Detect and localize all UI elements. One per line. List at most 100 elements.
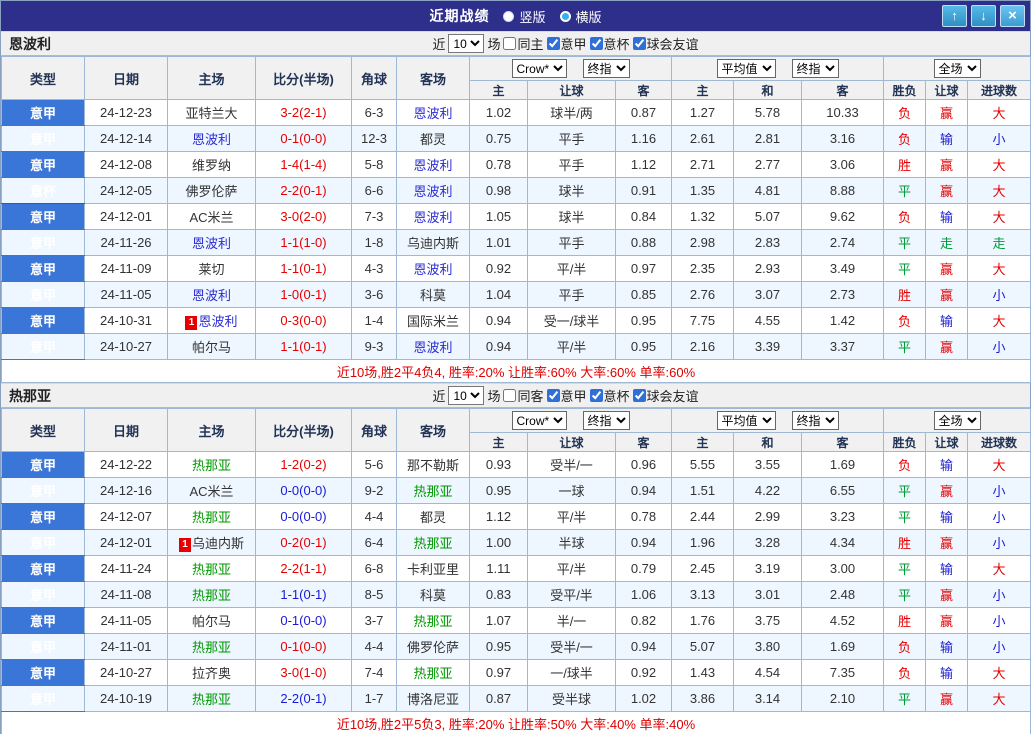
final-index-select[interactable]: 终指 — [582, 411, 630, 430]
date-cell: 24-12-08 — [84, 151, 168, 178]
filter-checkbox-球会友谊[interactable]: 球会友谊 — [632, 34, 699, 53]
match-scope-select[interactable]: 全场 — [933, 59, 981, 78]
away-team-cell: 热那亚 — [396, 529, 470, 556]
team-label: 维罗纳 — [191, 158, 231, 173]
odds-away-cell: 0.96 — [615, 451, 672, 478]
match-row: 意甲 24-12-01 AC米兰 3-0(2-0) 7-3 恩波利 1.05 球半 0.84 1.… — [1, 203, 1031, 230]
bookmaker-select[interactable]: Crow* — [511, 59, 567, 78]
average-odds-select[interactable]: 平均值 — [716, 59, 776, 78]
home-team-cell: 热那亚 — [167, 503, 256, 530]
checkbox-意甲[interactable] — [546, 389, 560, 402]
match-count-select[interactable]: 10 — [448, 386, 485, 405]
team-label: 乌迪内斯 — [406, 236, 459, 251]
checkbox-意杯[interactable] — [589, 389, 603, 402]
team-label: 热那亚 — [191, 562, 231, 577]
odds-home-cell: 0.95 — [469, 633, 528, 660]
goals-result-cell: 小 — [967, 607, 1031, 634]
odds-away-cell: 0.82 — [615, 607, 672, 634]
corners-cell: 9-3 — [351, 333, 397, 360]
window-title: 近期战绩 — [429, 8, 490, 24]
sub-header-0: 主 — [469, 432, 528, 452]
league-cell: 意甲 — [1, 99, 85, 126]
filter-checkbox-意杯[interactable]: 意杯 — [589, 386, 630, 405]
bookmaker-select[interactable]: Crow* — [511, 411, 567, 430]
checkbox-同客[interactable] — [503, 389, 517, 402]
match-row: 意甲 24-11-08 热那亚 1-1(0-1) 8-5 科莫 0.83 受平/半 1.06 3.… — [1, 581, 1031, 608]
team-label: 帕尔马 — [191, 614, 231, 629]
handicap-result-cell: 赢 — [925, 99, 969, 126]
odds-home-cell: 1.01 — [469, 229, 528, 256]
handicap-result-cell: 输 — [925, 125, 969, 152]
match-row: 意甲 24-11-09 莱切 1-1(0-1) 4-3 恩波利 0.92 平/半 0.97 2.3… — [1, 255, 1031, 282]
goals-result-cell: 小 — [967, 503, 1031, 530]
goals-result-cell: 大 — [967, 555, 1031, 582]
wdl-result-cell: 负 — [883, 659, 927, 686]
date-cell: 24-12-14 — [84, 125, 168, 152]
filter-checkbox-球会友谊[interactable]: 球会友谊 — [632, 386, 699, 405]
avg-home-cell: 2.16 — [671, 333, 734, 360]
home-team-cell: 恩波利 — [167, 125, 256, 152]
score-cell: 0-0(0-0) — [255, 477, 352, 504]
handicap-line-cell: 半球 — [527, 529, 616, 556]
filter-checkbox-意杯[interactable]: 意杯 — [589, 34, 630, 53]
sub-header-2: 客 — [615, 80, 672, 100]
radio-horizontal-dot-icon[interactable] — [559, 10, 571, 22]
checkbox-label: 球会友谊 — [646, 389, 699, 404]
checkbox-球会友谊[interactable] — [632, 37, 646, 50]
radio-horizontal-layout[interactable]: 横版 — [559, 7, 602, 26]
radio-vertical-dot-icon[interactable] — [503, 10, 515, 22]
handicap-result-cell: 赢 — [925, 685, 969, 712]
odds-home-cell: 0.94 — [469, 333, 528, 360]
team-label: 亚特兰大 — [185, 106, 238, 121]
away-team-cell: 佛罗伦萨 — [396, 633, 470, 660]
final-index-select-2[interactable]: 终指 — [791, 411, 839, 430]
filter-checkbox-意甲[interactable]: 意甲 — [546, 34, 587, 53]
league-cell: 意甲 — [1, 451, 85, 478]
match-count-select[interactable]: 10 — [448, 34, 485, 53]
results-section-恩波利: 恩波利近 10 场同主 意甲 意杯 球会友谊 类型 日期 主场 比分(半场) 角球 客场 Crow* 终指… — [0, 31, 1031, 383]
avg-home-cell: 1.96 — [671, 529, 734, 556]
filter-checkbox-同客[interactable]: 同客 — [503, 386, 544, 405]
filter-prefix-label: 近 — [432, 389, 446, 404]
sub-header-4: 和 — [733, 80, 802, 100]
away-team-cell: 博洛尼亚 — [396, 685, 470, 712]
radio-vertical-layout[interactable]: 竖版 — [503, 7, 546, 26]
goals-result-cell: 大 — [967, 659, 1031, 686]
checkbox-球会友谊[interactable] — [632, 389, 646, 402]
match-row: 意甲 24-11-05 帕尔马 0-1(0-0) 3-7 热那亚 1.07 半/一 0.82 1.… — [1, 607, 1031, 634]
sub-header-8: 进球数 — [967, 432, 1031, 452]
goals-result-cell: 小 — [967, 581, 1031, 608]
league-cell: 意甲 — [1, 659, 85, 686]
match-scope-select[interactable]: 全场 — [933, 411, 981, 430]
filter-checkbox-同主[interactable]: 同主 — [503, 34, 544, 53]
results-section-热那亚: 热那亚近 10 场同客 意甲 意杯 球会友谊 类型 日期 主场 比分(半场) 角球 客场 Crow* 终指… — [0, 383, 1031, 734]
odds-away-cell: 1.06 — [615, 581, 672, 608]
final-index-select[interactable]: 终指 — [582, 59, 630, 78]
scroll-up-button[interactable]: ↑ — [942, 5, 967, 27]
final-index-select-2[interactable]: 终指 — [791, 59, 839, 78]
checkbox-意甲[interactable] — [546, 37, 560, 50]
wdl-result-cell: 平 — [883, 333, 927, 360]
checkbox-同主[interactable] — [503, 37, 517, 50]
handicap-line-cell: 平手 — [527, 281, 616, 308]
handicap-line-cell: 球半 — [527, 203, 616, 230]
corners-cell: 7-3 — [351, 203, 397, 230]
home-team-cell: 热那亚 — [167, 685, 256, 712]
avg-draw-cell: 3.19 — [733, 555, 802, 582]
avg-away-cell: 1.42 — [800, 307, 885, 334]
avg-draw-cell: 5.78 — [733, 99, 802, 126]
sub-header-1: 让球 — [527, 80, 616, 100]
scroll-down-button[interactable]: ↓ — [971, 5, 996, 27]
filter-checkbox-意甲[interactable]: 意甲 — [546, 386, 587, 405]
average-odds-select[interactable]: 平均值 — [716, 411, 776, 430]
avg-away-cell: 3.06 — [800, 151, 885, 178]
col-header-0: 类型 — [1, 408, 85, 452]
match-row: 意甲 24-10-19 热那亚 2-2(0-1) 1-7 博洛尼亚 0.87 受半球 1.02 3… — [1, 685, 1031, 712]
home-team-cell: AC米兰 — [167, 203, 256, 230]
checkbox-意杯[interactable] — [589, 37, 603, 50]
league-cell: 意甲 — [1, 151, 85, 178]
titlebar-center: 近期战绩 竖版 横版 — [1, 6, 1030, 26]
match-row: 意甲 24-12-14 恩波利 0-1(0-0) 12-3 都灵 0.75 平手 1.16 2.6… — [1, 125, 1031, 152]
odds-away-cell: 0.94 — [615, 529, 672, 556]
close-button[interactable]: × — [1000, 5, 1025, 27]
